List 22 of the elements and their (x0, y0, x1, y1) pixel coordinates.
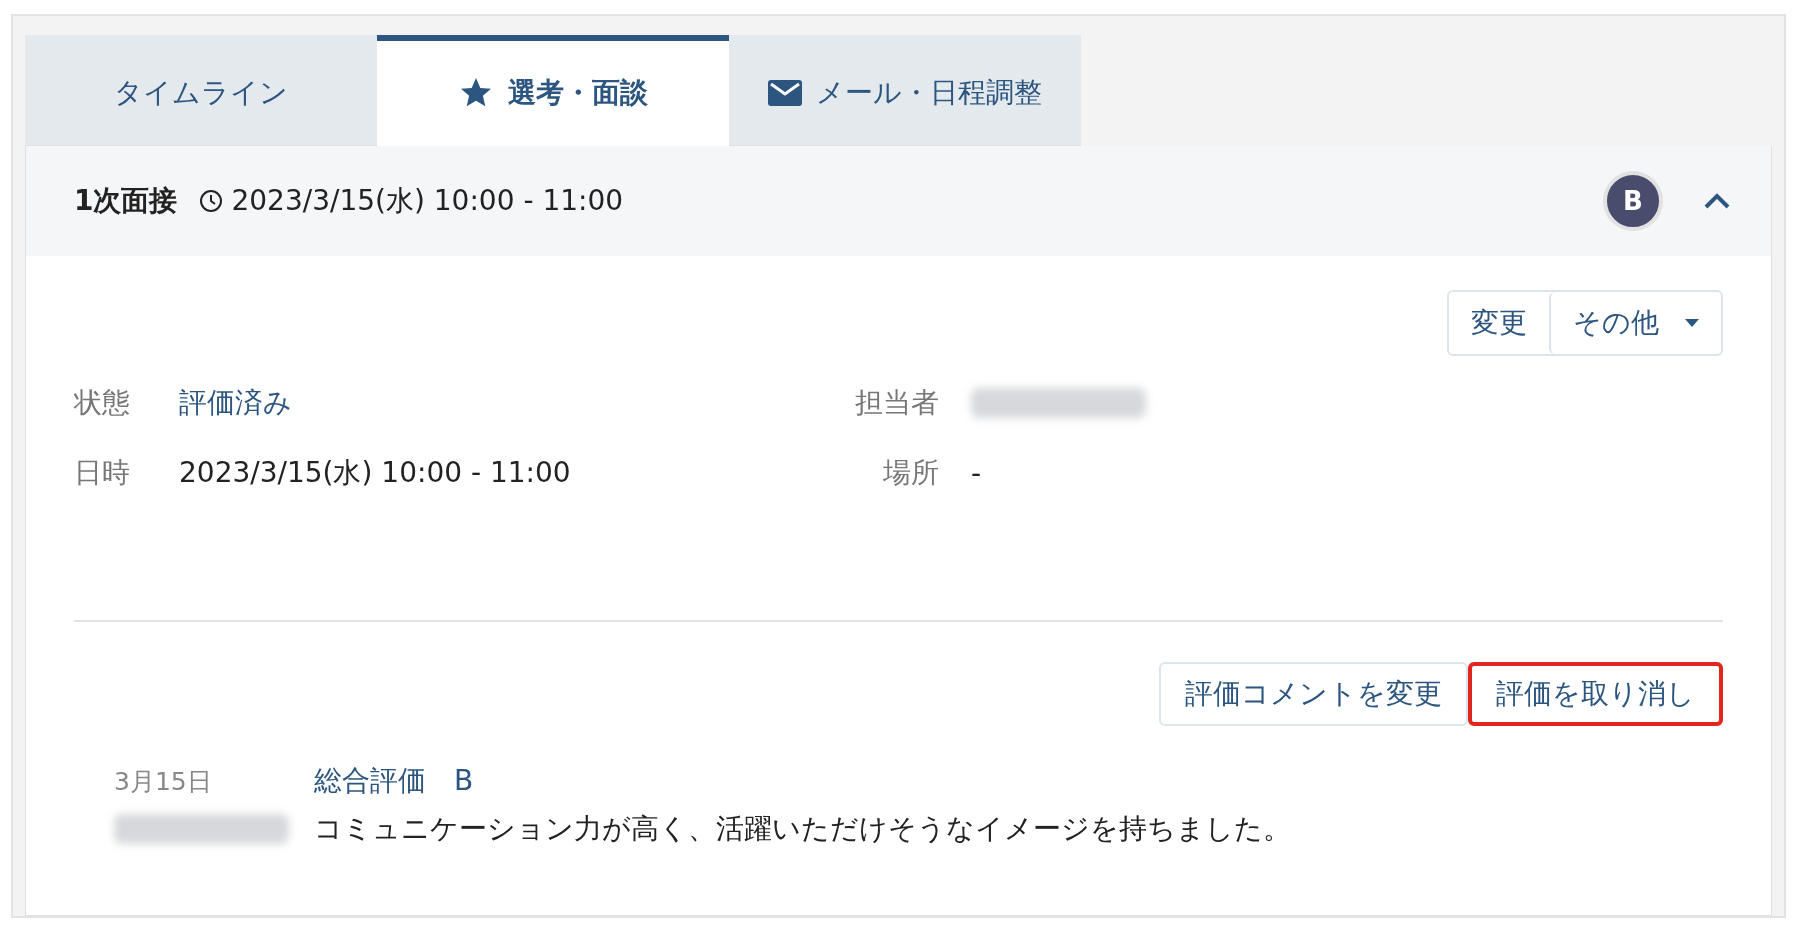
field-value: - (970, 456, 983, 490)
avatar: B (1603, 171, 1663, 231)
field-label: 日時 (74, 455, 130, 491)
mail-icon (768, 80, 802, 106)
field-value: 2023/3/15(水) 10:00 - 11:00 (179, 455, 572, 491)
interview-time: 2023/3/15(水) 10:00 - 11:00 (231, 183, 624, 219)
comment-date: 3月15日 (114, 765, 213, 798)
comment-title: 総合評価 B (314, 763, 475, 799)
comment-text: コミュニケーション力が高く、活躍いただけそうなイメージを持ちました。 (314, 811, 1292, 847)
field-label: 状態 (74, 385, 130, 421)
tab[interactable]: メール・日程調整 (729, 35, 1081, 146)
chevron-up-icon[interactable] (1703, 192, 1731, 210)
clock-icon (199, 189, 224, 213)
cancel-evaluation-button[interactable]: 評価を取り消し (1468, 662, 1723, 726)
interview-title: 1次面接 (74, 183, 178, 219)
field-label: 担当者 (855, 385, 939, 421)
tab[interactable]: タイムライン (25, 35, 377, 146)
edit-comment-button[interactable]: 評価コメントを変更 (1159, 662, 1468, 726)
tab[interactable]: 選考・面談 (377, 35, 729, 146)
caret-icon (1685, 319, 1699, 327)
status-link[interactable]: 評価済み (179, 384, 819, 422)
field-label: 場所 (883, 455, 939, 491)
